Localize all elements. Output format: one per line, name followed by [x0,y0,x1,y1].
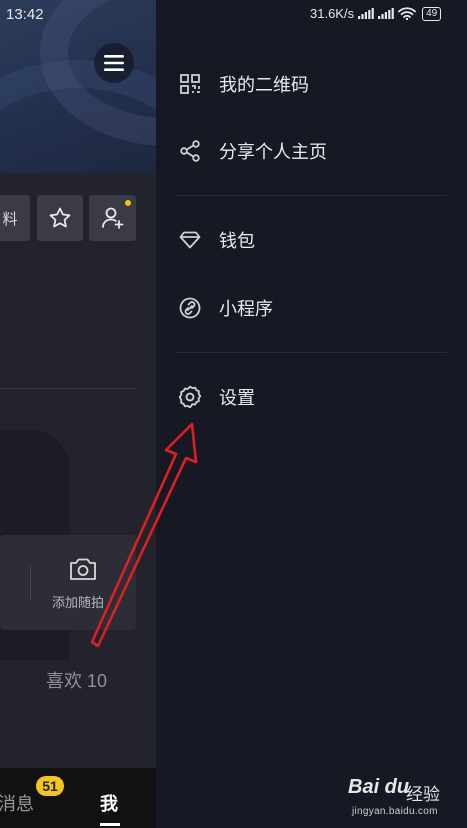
drawer-divider [176,352,447,353]
link-mini-program-icon [176,294,204,322]
drawer-item-share-profile[interactable]: 分享个人主页 [176,131,446,171]
watermark-logo: Bai du [348,776,410,798]
baidu-jingyan-watermark: Bai du 经验 jingyan.baidu.com [348,773,458,825]
favorites-button[interactable] [37,195,83,241]
signal-icon [378,8,394,19]
likes-tab[interactable]: 喜欢 10 [46,667,107,693]
camera-icon [70,558,96,580]
status-bar-right: 31.6K/s 49 [310,6,442,21]
nav-messages[interactable]: 消息 [0,790,34,816]
battery-level: 49 [422,6,442,21]
add-user-icon [101,207,123,229]
menu-icon [104,55,124,71]
active-tab-indicator [100,823,120,826]
notification-dot [125,200,131,206]
profile-page-background: 13:42 料 添加随拍 喜欢 10 消息 51 我 [0,0,156,828]
drawer-item-label: 设置 [219,388,255,408]
add-moment-label: 添加随拍 [52,595,105,610]
drawer-divider [176,195,447,196]
profile-cover [0,0,156,173]
drawer-item-qr-code[interactable]: 我的二维码 [176,64,446,104]
add-friend-button[interactable] [89,195,136,241]
network-speed: 31.6K/s [310,6,355,21]
drawer-item-label: 小程序 [219,299,273,319]
qr-code-icon [176,70,204,98]
share-icon [176,137,204,165]
watermark-text: 经验 [406,785,440,804]
drawer-item-mini-program[interactable]: 小程序 [176,288,446,328]
edit-profile-button[interactable]: 料 [0,195,30,241]
messages-badge: 51 [36,776,64,796]
wifi-icon [398,7,416,20]
status-time: 13:42 [6,6,44,23]
hamburger-menu-button[interactable] [94,43,134,83]
edit-profile-label: 料 [2,210,18,228]
gear-icon [176,383,204,411]
diamond-wallet-icon [176,226,204,254]
nav-me[interactable]: 我 [100,790,118,816]
drawer-item-wallet[interactable]: 钱包 [176,220,446,260]
drawer-item-label: 钱包 [219,231,255,251]
drawer-item-settings[interactable]: 设置 [176,377,446,417]
add-moment-card[interactable] [0,535,136,630]
star-icon [49,207,71,228]
divider [0,388,136,389]
signal-icon [358,8,374,19]
drawer-item-label: 分享个人主页 [219,142,327,162]
drawer-item-label: 我的二维码 [219,75,309,95]
watermark-url: jingyan.baidu.com [352,806,438,817]
